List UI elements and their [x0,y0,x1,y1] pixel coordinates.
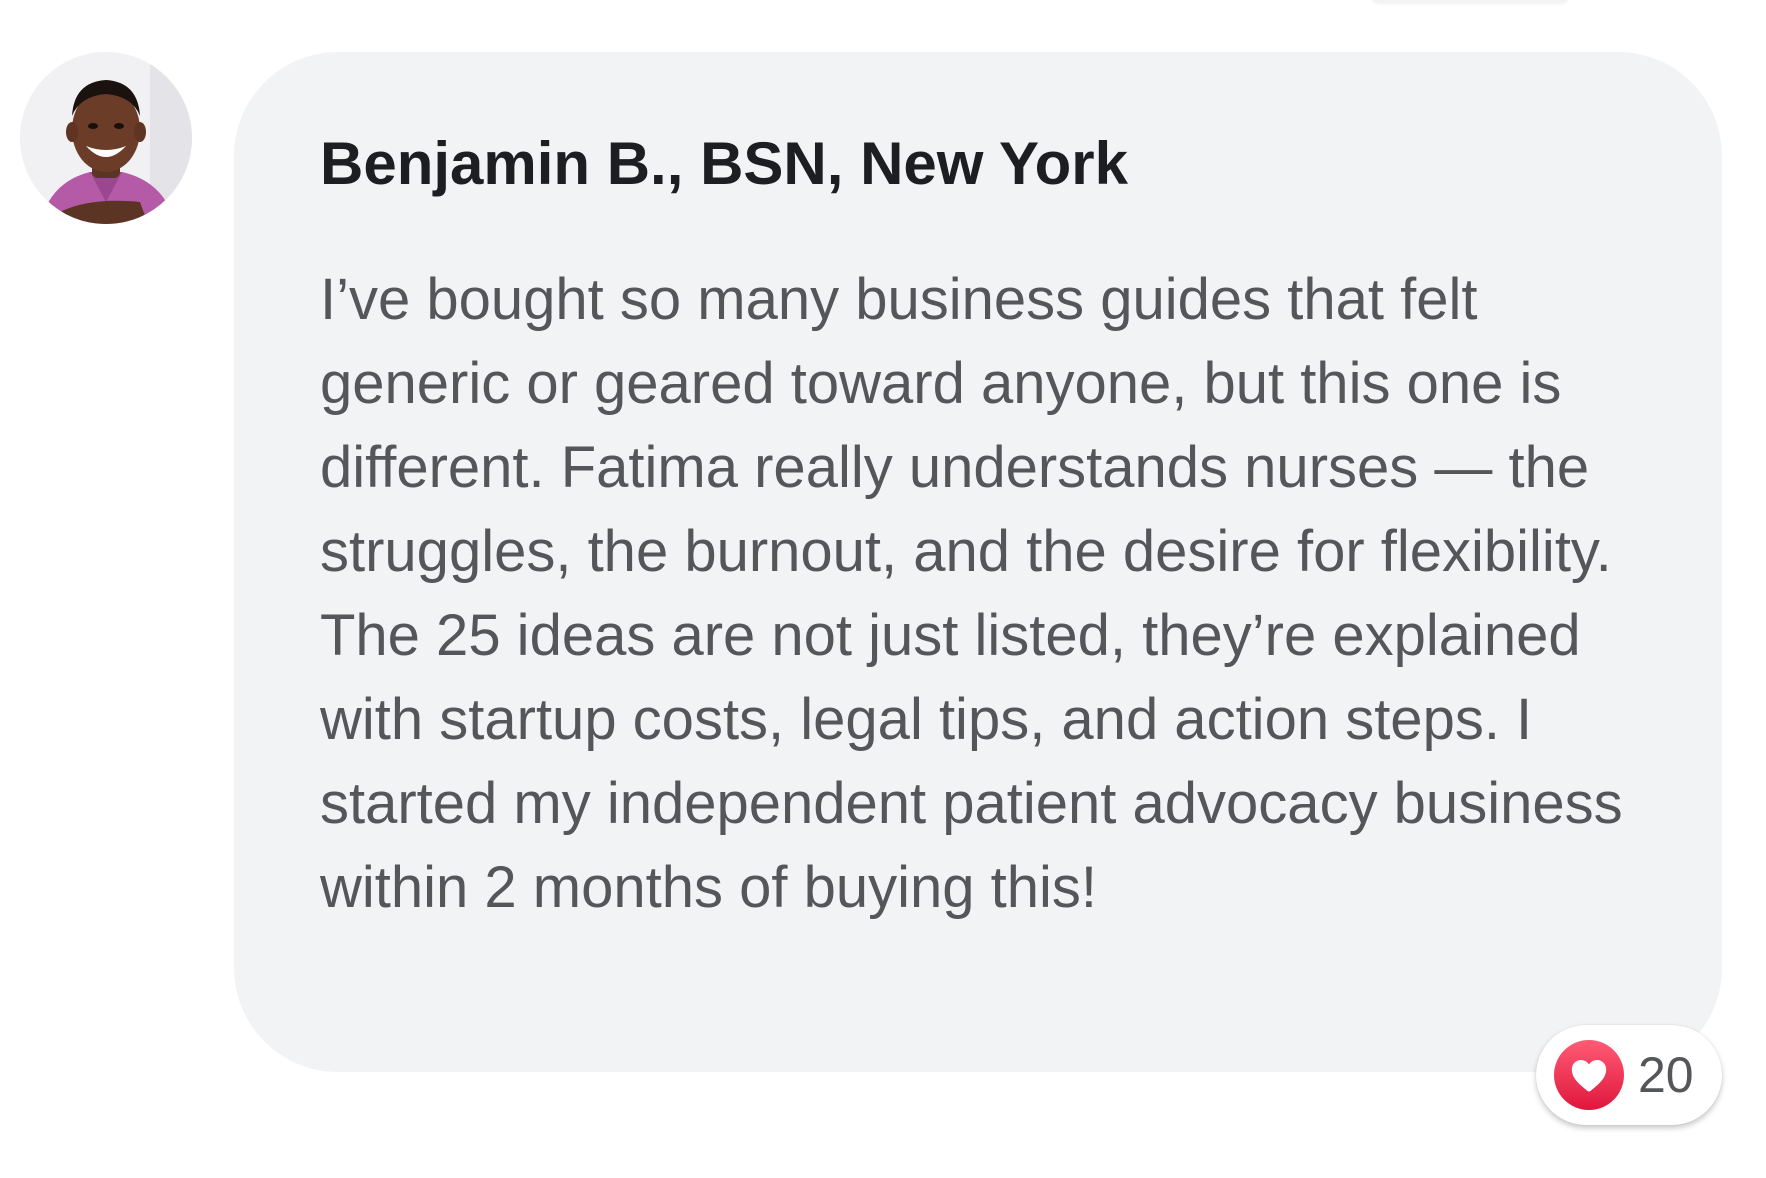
previous-element-edge [1370,0,1570,2]
comment-text: I’ve bought so many business guides that… [320,267,1623,920]
avatar[interactable] [20,52,192,224]
comment-author-name[interactable]: Benjamin B., BSN, New York [320,130,1128,198]
reaction-summary[interactable]: 20 [1536,1025,1722,1125]
avatar-photo [20,52,192,224]
heart-icon [1554,1040,1624,1110]
reaction-count: 20 [1638,1047,1694,1103]
